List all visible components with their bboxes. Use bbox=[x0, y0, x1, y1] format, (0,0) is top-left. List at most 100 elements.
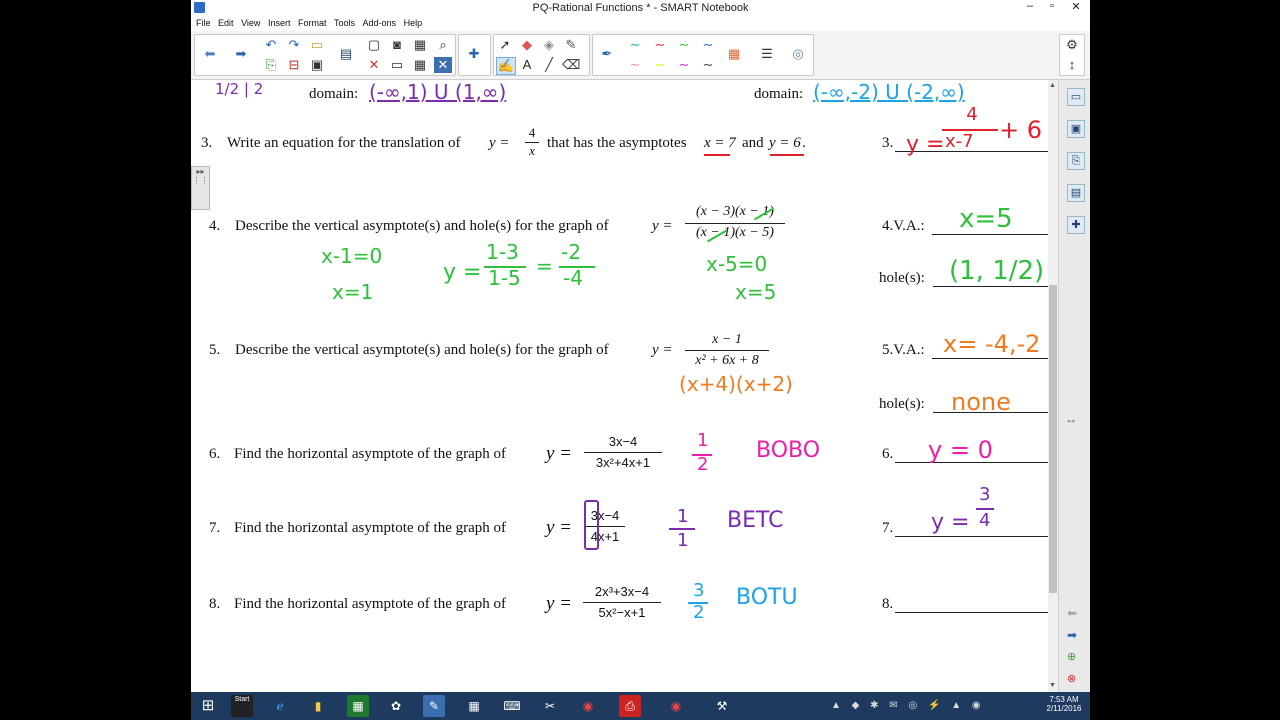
excel-icon[interactable]: ▦ bbox=[347, 695, 369, 717]
gallery-icon[interactable]: ▣ bbox=[1067, 120, 1085, 138]
vertical-scrollbar[interactable]: ▲ ▼ bbox=[1048, 80, 1058, 692]
menu-file[interactable]: File bbox=[196, 16, 211, 28]
apps-icon[interactable]: ▦ bbox=[463, 695, 485, 717]
q4-text: Describe the vertical asymptote(s) and h… bbox=[235, 218, 609, 234]
q6-frac-line bbox=[584, 452, 662, 453]
page-sorter-icon[interactable]: ▭ bbox=[1067, 88, 1085, 106]
pen-icon[interactable]: ✍ bbox=[496, 57, 516, 75]
shapes-icon[interactable]: ◆ bbox=[518, 37, 536, 53]
settings-icon[interactable]: ⚙ bbox=[1063, 37, 1081, 53]
transparency-icon[interactable]: ◎ bbox=[789, 46, 807, 62]
paste-icon[interactable]: ▢ bbox=[365, 37, 383, 53]
start-button[interactable]: Start bbox=[231, 695, 253, 717]
tool-icon[interactable]: ✂ bbox=[539, 695, 561, 717]
clock[interactable]: 7:53 AM 2/11/2016 bbox=[1041, 695, 1087, 713]
table-icon[interactable]: ▦ bbox=[411, 57, 429, 73]
properties-icon[interactable]: ▤ bbox=[1067, 184, 1085, 202]
attachments-icon[interactable]: ⎘ bbox=[1067, 152, 1085, 170]
q7-text: Find the horizontal asymptote of the gra… bbox=[234, 520, 507, 536]
q7-answer-line bbox=[895, 536, 1049, 537]
open-icon[interactable]: ▭ bbox=[308, 37, 326, 53]
panel-next-icon[interactable]: ➡ bbox=[1067, 628, 1077, 642]
pen-type-icon[interactable]: ✒ bbox=[598, 46, 616, 62]
network-tool-icon[interactable]: ⚒ bbox=[711, 695, 733, 717]
scrollbar-thumb[interactable] bbox=[1049, 285, 1057, 593]
q6-rule: BOBO bbox=[756, 438, 821, 463]
keyboard-icon[interactable]: ⌨ bbox=[501, 695, 523, 717]
panel-prev-icon[interactable]: ⬅ bbox=[1067, 606, 1077, 620]
forward-arrow-icon[interactable]: ➡ bbox=[232, 46, 250, 62]
close-view-icon[interactable]: ✕ bbox=[434, 57, 452, 73]
page-delete-icon[interactable]: ⊟ bbox=[285, 57, 303, 73]
panel-delete-page-icon[interactable]: ⊗ bbox=[1067, 672, 1076, 685]
paint-icon[interactable]: ✿ bbox=[385, 695, 407, 717]
camera-icon[interactable]: ◙ bbox=[388, 37, 406, 53]
doc-camera-icon[interactable]: ⌕ bbox=[434, 37, 452, 53]
q4-hole-label: hole(s): bbox=[879, 270, 925, 286]
pen-style-7-icon[interactable]: ∼ bbox=[699, 57, 717, 73]
undo-icon[interactable]: ↶ bbox=[262, 37, 280, 53]
panel-add-page-icon[interactable]: ⊕ bbox=[1067, 650, 1076, 663]
save-icon[interactable]: ▣ bbox=[308, 57, 326, 73]
q7-y-eq: y = bbox=[546, 517, 573, 538]
capture-icon[interactable]: ▦ bbox=[411, 37, 429, 53]
line-icon[interactable]: ╱ bbox=[540, 57, 558, 73]
pdf-icon[interactable]: ⎙ bbox=[619, 695, 641, 717]
text-icon[interactable]: A bbox=[518, 57, 536, 73]
panel-resize-icon[interactable]: ↔ bbox=[1065, 412, 1077, 426]
line-width-icon[interactable]: ☰ bbox=[758, 46, 776, 62]
menu-format[interactable]: Format bbox=[298, 16, 327, 28]
addons-icon[interactable]: ✚ bbox=[1067, 216, 1085, 234]
scroll-down-icon[interactable]: ▼ bbox=[1049, 682, 1056, 689]
q3-underline-2 bbox=[770, 154, 804, 156]
pen-style-4-icon[interactable]: ∼ bbox=[699, 37, 717, 53]
pen-style-6-icon[interactable]: ∼ bbox=[675, 57, 693, 73]
side-panel-toggle[interactable]: ▸▸ ⋮⋮ bbox=[191, 166, 210, 210]
page-add-icon[interactable]: ⎘ bbox=[262, 57, 280, 73]
q4-hole-answer: (1, 1/2) bbox=[949, 256, 1045, 286]
pen-style-2-icon[interactable]: ∼ bbox=[651, 37, 669, 53]
q7-work-num: 1 bbox=[677, 506, 689, 527]
eraser-icon[interactable]: ⌫ bbox=[562, 57, 580, 73]
menu-tools[interactable]: Tools bbox=[334, 16, 355, 28]
toolbar-group-pens: ✒ ∼ ∼ ∼ ∼ ∼ ∼ ∼ ∼ ▦ ☰ ◎ bbox=[592, 34, 814, 76]
folder-icon[interactable]: ▮ bbox=[307, 695, 329, 717]
color-palette-icon[interactable]: ▦ bbox=[725, 46, 743, 62]
left-margin-handwriting: 1/2 | 2 bbox=[215, 80, 264, 98]
windows-start-icon[interactable]: ⊞ bbox=[197, 695, 219, 717]
chrome-icon[interactable]: ◉ bbox=[577, 695, 599, 717]
menu-edit[interactable]: Edit bbox=[218, 16, 234, 28]
delete-icon[interactable]: ✕ bbox=[365, 57, 383, 73]
menu-view[interactable]: View bbox=[241, 16, 260, 28]
menu-help[interactable]: Help bbox=[404, 16, 423, 28]
add-on-icon[interactable]: ✚ bbox=[465, 46, 483, 62]
magic-pen-icon[interactable]: ✎ bbox=[562, 37, 580, 53]
screen-icon[interactable]: ▤ bbox=[337, 46, 355, 62]
scroll-up-icon[interactable]: ▲ bbox=[1049, 82, 1056, 89]
q4-y-eq: y = bbox=[652, 218, 673, 234]
toolbar-move-icon[interactable]: ↕ bbox=[1063, 57, 1081, 73]
back-arrow-icon[interactable]: ⬅ bbox=[201, 46, 219, 62]
q8-frac-line bbox=[583, 602, 661, 603]
system-tray[interactable]: ▲ ◆ ✱ ✉ ◎ ⚡ ▲ ◉ bbox=[831, 700, 985, 711]
close-icon[interactable]: ✕ bbox=[1062, 0, 1090, 13]
highlighter-icon[interactable]: ∼ bbox=[651, 57, 669, 73]
pen-style-5-icon[interactable]: ∼ bbox=[626, 57, 644, 73]
select-icon[interactable]: ➚ bbox=[496, 37, 514, 53]
pen-style-1-icon[interactable]: ∼ bbox=[626, 37, 644, 53]
q6-answer-label: 6. bbox=[882, 446, 894, 462]
notebook-page[interactable]: 1/2 | 2 domain: (-∞,1) U (1,∞) domain: (… bbox=[191, 80, 1049, 692]
chrome-2-icon[interactable]: ◉ bbox=[665, 695, 687, 717]
ie-icon[interactable]: ℯ bbox=[269, 695, 291, 717]
q3-answer-num: 4 bbox=[966, 104, 978, 125]
redo-icon[interactable]: ↷ bbox=[285, 37, 303, 53]
notebook-taskbar-icon[interactable]: ✎ bbox=[423, 695, 445, 717]
q7-answer-y: y = bbox=[931, 510, 970, 535]
pen-style-3-icon[interactable]: ∼ bbox=[675, 37, 693, 53]
q4-work-2-num2: -2 bbox=[561, 240, 581, 264]
q3-frac-num: 4 bbox=[528, 125, 536, 140]
fill-icon[interactable]: ◈ bbox=[540, 37, 558, 53]
menu-insert[interactable]: Insert bbox=[268, 16, 291, 28]
menu-addons[interactable]: Add-ons bbox=[363, 16, 397, 28]
screen-shade-icon[interactable]: ▭ bbox=[388, 57, 406, 73]
